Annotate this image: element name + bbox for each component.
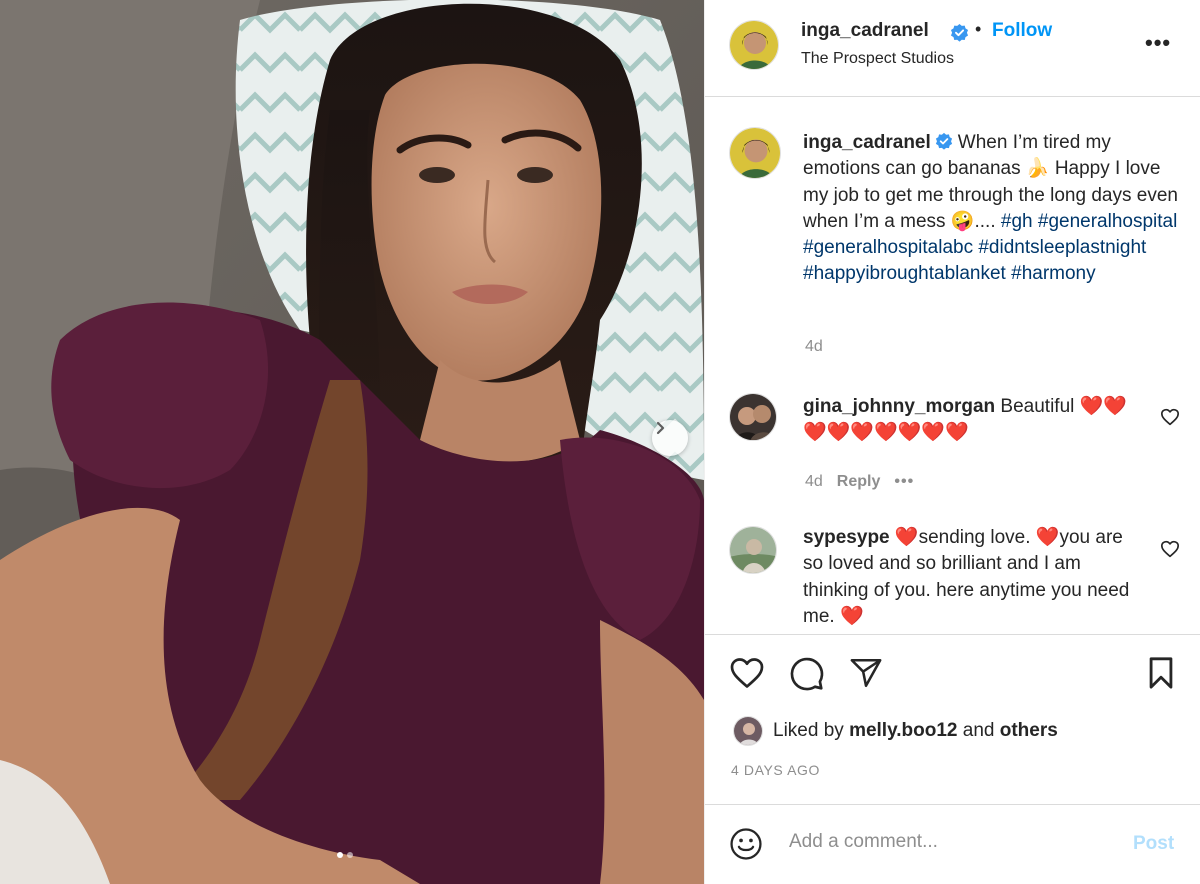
carousel-dot-active: [337, 852, 343, 858]
comments-section[interactable]: inga_cadranel When I’m tired my emotions …: [705, 97, 1200, 635]
hashtag-link[interactable]: #gh: [1001, 211, 1033, 232]
bookmark-icon[interactable]: [1145, 656, 1177, 690]
post-comment-button[interactable]: Post: [1133, 833, 1174, 855]
emoji-icon[interactable]: [729, 827, 763, 861]
likes-conjunction: and: [962, 720, 995, 741]
hashtag-link[interactable]: #happyibroughtablanket: [803, 263, 1006, 284]
post-caption: inga_cadranel When I’m tired my emotions …: [803, 130, 1183, 288]
commenter-username[interactable]: gina_johnny_morgan: [803, 396, 995, 417]
commenter-avatar[interactable]: [729, 526, 777, 574]
hashtag-link[interactable]: #generalhospital: [1038, 211, 1177, 232]
likes-prefix: Liked by: [773, 720, 844, 741]
post-date[interactable]: 4 DAYS AGO: [731, 762, 820, 778]
author-username[interactable]: inga_cadranel: [801, 20, 929, 42]
likes-summary: Liked by melly.boo12 and others: [733, 716, 1058, 746]
heart-icon[interactable]: [1160, 408, 1180, 426]
comment-meta: 4d Reply •••: [805, 473, 914, 491]
follow-button[interactable]: Follow: [992, 20, 1052, 42]
share-icon[interactable]: [849, 656, 883, 690]
post-action-bar: [705, 636, 1200, 706]
verified-badge-icon: [950, 23, 969, 42]
carousel-dot: [347, 852, 353, 858]
carousel-indicator: [337, 852, 353, 858]
hashtag-link[interactable]: #didntsleeplastnight: [978, 237, 1146, 258]
comment-input[interactable]: [789, 831, 1109, 853]
header-separator: •: [975, 19, 982, 39]
author-avatar[interactable]: [729, 20, 779, 70]
post-photo[interactable]: [0, 0, 704, 884]
caption-username[interactable]: inga_cadranel: [803, 132, 931, 153]
commenter-avatar[interactable]: [729, 393, 777, 441]
heart-icon[interactable]: [729, 656, 765, 690]
chevron-right-icon: [656, 421, 665, 435]
comment-timestamp[interactable]: 4d: [805, 473, 823, 491]
post-side-panel: inga_cadranel • Follow The Prospect Stud…: [704, 0, 1200, 884]
selfie-image: [0, 0, 704, 884]
comment-more-options-icon[interactable]: •••: [894, 473, 914, 491]
add-comment-bar: Post: [705, 804, 1200, 884]
comment-body: gina_johnny_morgan Beautiful ❤️❤️❤️❤️❤️❤…: [803, 394, 1143, 447]
hashtag-link[interactable]: #harmony: [1011, 263, 1096, 284]
hashtag-link[interactable]: #generalhospitalabc: [803, 237, 973, 258]
comment-body: sypesype ❤️sending love. ❤️you are so lo…: [803, 525, 1143, 630]
verified-badge-icon: [935, 132, 952, 150]
more-options-icon[interactable]: •••: [1145, 30, 1171, 56]
heart-icon[interactable]: [1160, 540, 1180, 558]
caption-author-avatar[interactable]: [729, 127, 781, 179]
post-header: inga_cadranel • Follow The Prospect Stud…: [705, 0, 1200, 97]
post-location[interactable]: The Prospect Studios: [801, 50, 954, 68]
commenter-username[interactable]: sypesype: [803, 527, 890, 548]
reply-button[interactable]: Reply: [837, 473, 881, 491]
likes-others-link[interactable]: others: [1000, 720, 1058, 742]
liker-username[interactable]: melly.boo12: [849, 720, 957, 742]
caption-timestamp[interactable]: 4d: [805, 338, 823, 356]
liker-avatar[interactable]: [733, 716, 763, 746]
comment-icon[interactable]: [789, 656, 825, 692]
carousel-next-button[interactable]: [652, 420, 688, 456]
